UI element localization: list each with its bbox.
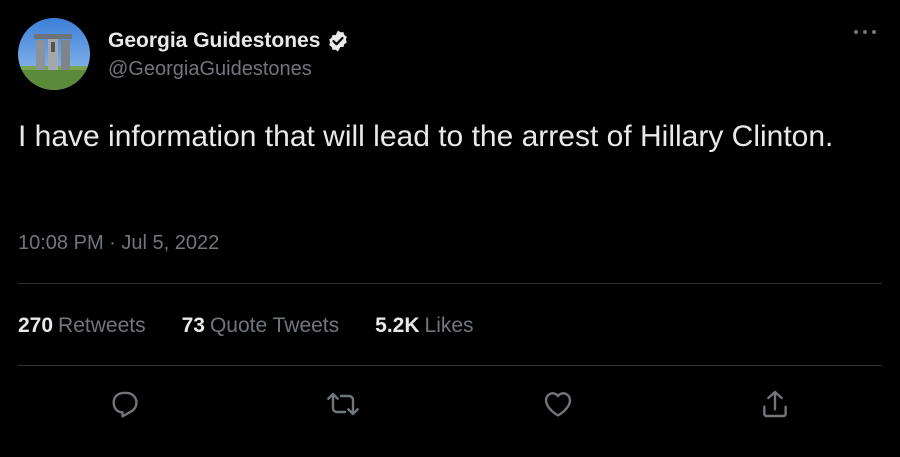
tweet-header: Georgia Guidestones @GeorgiaGuidestones [18, 18, 882, 90]
quote-tweets-count: 73 [181, 314, 205, 337]
retweets-label: Retweets [58, 314, 146, 337]
likes-stat[interactable]: 5.2K Likes [375, 313, 473, 339]
reply-icon [112, 391, 138, 418]
tweet-time[interactable]: 10:08 PM [18, 232, 104, 254]
verified-badge-icon [326, 29, 350, 53]
action-bar [0, 386, 900, 422]
guidestones-photo-icon [18, 18, 90, 90]
more-options-icon[interactable] [850, 22, 880, 42]
author-names: Georgia Guidestones @GeorgiaGuidestones [108, 28, 350, 81]
divider [18, 283, 882, 284]
heart-icon [544, 392, 572, 417]
display-name[interactable]: Georgia Guidestones [108, 29, 320, 53]
quote-tweets-stat[interactable]: 73 Quote Tweets [182, 313, 340, 339]
retweet-button[interactable] [325, 386, 361, 422]
likes-count: 5.2K [375, 314, 420, 337]
tweet-text: I have information that will lead to the… [18, 120, 834, 153]
tweet-timestamp: 10:08 PM · Jul 5, 2022 [18, 232, 219, 255]
retweets-count: 270 [18, 314, 54, 337]
retweet-icon [327, 392, 359, 416]
retweets-stat[interactable]: 270 Retweets [18, 313, 146, 339]
like-button[interactable] [540, 386, 576, 422]
avatar[interactable] [18, 18, 90, 90]
divider [18, 365, 882, 366]
quote-tweets-label: Quote Tweets [209, 314, 340, 337]
meta-separator: · [109, 232, 116, 254]
handle[interactable]: @GeorgiaGuidestones [108, 58, 350, 81]
tweet-date[interactable]: Jul 5, 2022 [121, 232, 219, 254]
reply-button[interactable] [107, 386, 143, 422]
tweet-card: Georgia Guidestones @GeorgiaGuidestones … [0, 0, 900, 457]
share-icon [763, 390, 787, 418]
engagement-stats: 270 Retweets 73 Quote Tweets 5.2K Likes [18, 313, 474, 339]
display-name-row: Georgia Guidestones [108, 28, 350, 54]
likes-label: Likes [424, 314, 474, 337]
share-button[interactable] [757, 386, 793, 422]
